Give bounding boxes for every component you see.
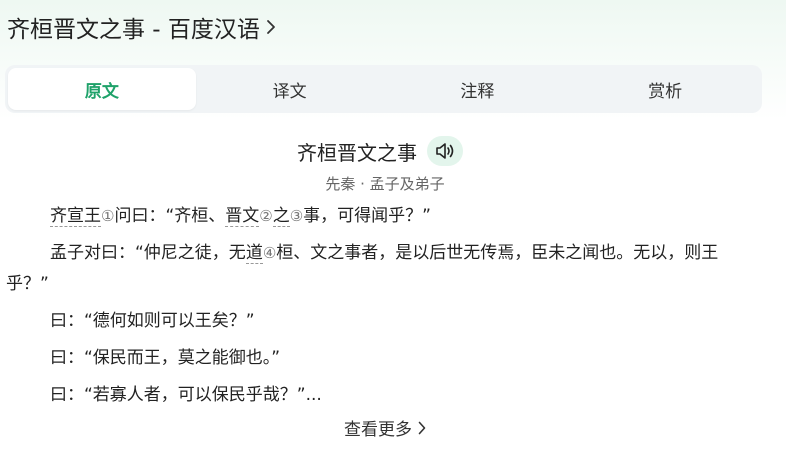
tab-bar: 原文 译文 注释 赏析 [5,65,762,113]
note-ref-3[interactable]: ③ [290,207,303,225]
poem-body: 齐宣王①问曰：“齐桓、晋文②之③事，可得闻乎？” 孟子对曰：“仲尼之徒，无道④桓… [6,201,758,417]
annotated-word[interactable]: 之 [272,206,290,227]
paragraph-5: 曰：“若寡人者，可以保民乎哉？”... [50,385,322,405]
view-more-label: 查看更多 [344,420,412,440]
chevron-right-icon [267,20,275,34]
note-ref-1[interactable]: ① [101,207,114,225]
note-ref-4[interactable]: ④ [263,244,276,262]
paragraph-2: 孟子对曰：“仲尼之徒，无道④桓、文之事者，是以后世无传焉，臣未之闻也。无以，则王… [6,238,758,300]
audio-play-button[interactable] [427,136,463,166]
page-title[interactable]: 齐桓晋文之事 - 百度汉语 [7,10,260,44]
paragraph-1: 齐宣王①问曰：“齐桓、晋文②之③事，可得闻乎？” [6,201,758,232]
page: 齐桓晋文之事 - 百度汉语 原文 译文 注释 赏析 齐桓晋文之事 先秦 · 孟子… [0,0,786,453]
paragraph-3: 曰：“德何如则可以王矣？” [50,311,255,331]
tab-translation[interactable]: 译文 [196,68,384,110]
tab-notes[interactable]: 注释 [384,68,572,110]
paragraph-4: 曰：“保民而王，莫之能御也。” [50,348,281,368]
author-line: 先秦 · 孟子及弟子 [325,175,445,193]
speaker-icon [436,143,454,159]
annotated-word[interactable]: 晋文 [225,206,260,227]
chevron-right-icon [418,421,426,434]
annotated-word[interactable]: 道 [245,243,263,264]
tab-appreciation[interactable]: 赏析 [571,68,759,110]
page-header[interactable]: 齐桓晋文之事 - 百度汉语 [7,10,276,44]
poem-title: 齐桓晋文之事 [297,140,417,165]
text-segment: 事，可得闻乎？” [303,206,431,226]
tab-original[interactable]: 原文 [8,68,196,110]
poem-title-row: 齐桓晋文之事 [0,136,760,166]
note-ref-2[interactable]: ② [259,207,272,225]
text-segment: 孟子对曰：“仲尼之徒，无 [50,243,246,263]
text-segment: 问曰：“齐桓、 [114,206,226,226]
annotated-word[interactable]: 齐宣王 [50,206,101,227]
view-more-button[interactable]: 查看更多 [0,415,770,440]
